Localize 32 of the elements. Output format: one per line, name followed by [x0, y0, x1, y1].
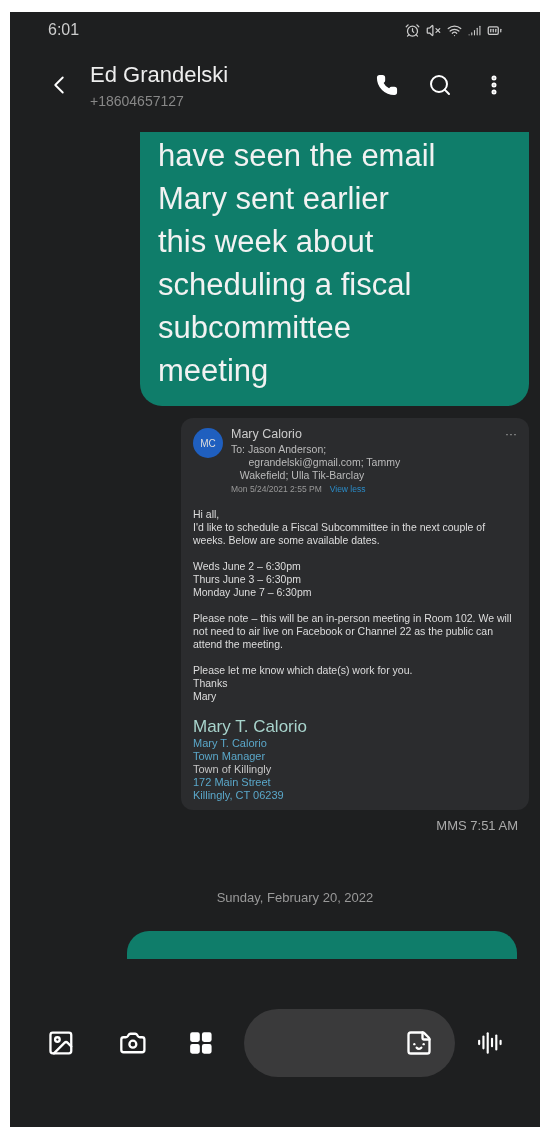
- sender-name: Mary Calorio: [231, 428, 302, 441]
- contact-name: Ed Grandelski: [90, 61, 230, 89]
- signature-line: 172 Main Street: [193, 776, 272, 789]
- signature-line: Town of Killingly: [193, 763, 273, 776]
- message-time: MMS 7:51 AM: [436, 817, 518, 835]
- apps-icon[interactable]: [188, 1030, 215, 1056]
- view-less-link[interactable]: View less: [329, 483, 366, 496]
- recipients: To: Jason Anderson; egrandelski@gmail.com; Tammy Wakefield; Ulla Tik-Barclay: [231, 443, 402, 482]
- voice-icon[interactable]: [477, 1030, 503, 1056]
- sender-avatar: MC: [193, 428, 223, 458]
- email-date: Mon 5/24/2021 2:55 PM: [231, 483, 322, 496]
- more-button[interactable]: ···: [505, 428, 517, 441]
- email-paragraph: Please let me know which date(s) work for you. Thanks Mary: [193, 664, 414, 703]
- email-paragraph: Weds June 2 – 6:30pm Thurs June 3 – 6:30pm Monday June 7 – 6:30pm: [193, 560, 313, 599]
- signature-line: Mary T. Calorio: [193, 737, 268, 750]
- signature-name: Mary T. Calorio: [193, 717, 308, 737]
- date-divider: Sunday, February 20, 2022: [216, 888, 374, 907]
- search-icon[interactable]: [428, 73, 452, 97]
- alarm-icon: [405, 22, 420, 38]
- gallery-icon[interactable]: [47, 1029, 75, 1057]
- signal-icon: [468, 23, 481, 37]
- mute-icon: [426, 22, 441, 38]
- contact-number: +18604657127: [90, 92, 185, 111]
- email-paragraph: Hi all, I'd like to schedule a Fiscal Subcommittee in the next couple of weeks. Below are some available dates.: [193, 508, 487, 547]
- wifi-icon: [447, 22, 462, 38]
- sent-message-bubble: have seen the email Mary sent earlier this week about scheduling a fiscal subcommittee meeting: [140, 132, 529, 406]
- signature-line: Town Manager: [193, 750, 267, 763]
- sticker-icon[interactable]: [405, 1029, 434, 1057]
- signature-line: Killingly, CT 06239: [193, 789, 285, 802]
- email-paragraph: Please note – this will be an in-person meeting in Room 102. We will not need to air live on Facebook or Channel 22 as the public can attend the meeting.: [193, 612, 513, 651]
- status-time: 6:01: [48, 20, 80, 40]
- call-icon[interactable]: [376, 74, 398, 96]
